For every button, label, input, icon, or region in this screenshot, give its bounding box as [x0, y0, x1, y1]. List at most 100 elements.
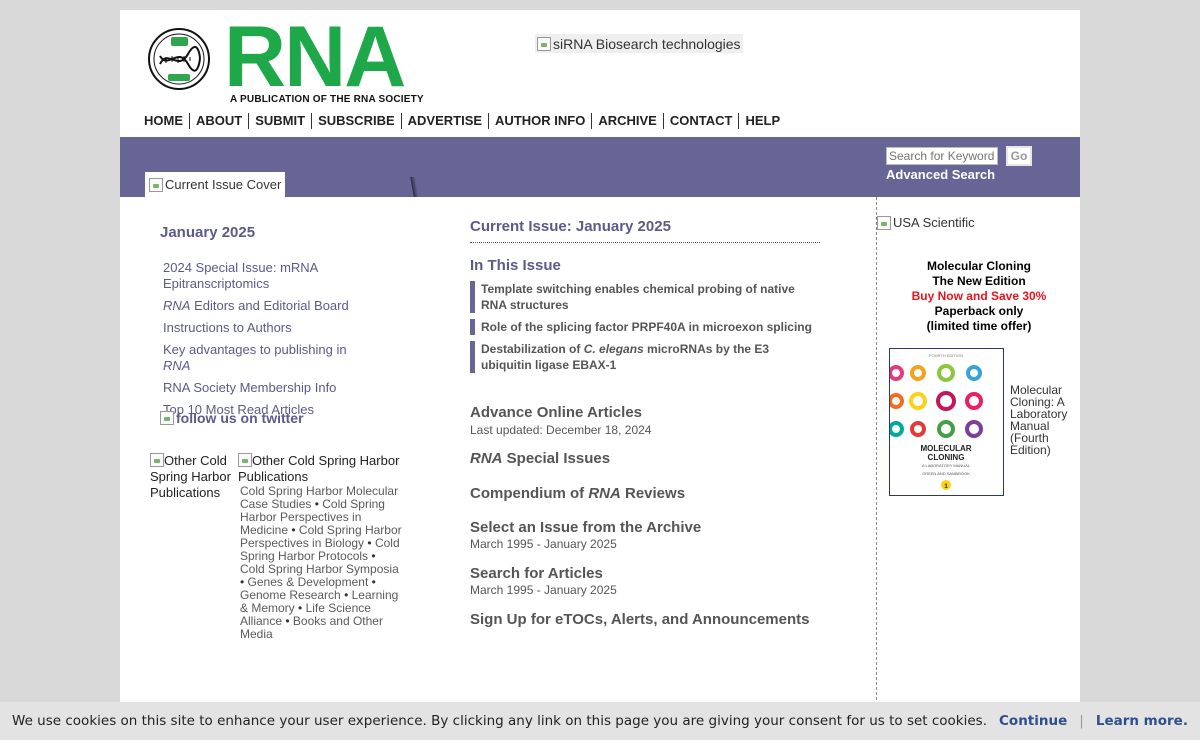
- rna-logo[interactable]: RNA A PUBLICATION OF THE RNA SOCIETY: [148, 14, 448, 106]
- archive-link[interactable]: Select an Issue from the Archive: [470, 519, 701, 536]
- link-membership[interactable]: RNA Society Membership Info: [163, 380, 363, 396]
- bullet: •: [371, 549, 376, 563]
- bullet: •: [314, 497, 319, 511]
- pub-link[interactable]: Genes & Development: [248, 575, 369, 589]
- molecular-cloning-caption[interactable]: Molecular Cloning: A Laboratory Manual (…: [1010, 384, 1080, 456]
- compendium-link[interactable]: Compendium of RNA Reviews: [470, 485, 685, 502]
- signup-link[interactable]: Sign Up for eTOCs, Alerts, and Announcem…: [470, 611, 810, 628]
- nav-help[interactable]: HELP: [738, 113, 786, 129]
- tab-edge-divider: [410, 177, 419, 197]
- advantages-em: RNA: [163, 358, 191, 373]
- right-column: USA Scientific Molecular Cloning The New…: [876, 197, 1081, 740]
- banner-ad-alt: siRNA Biosearch technologies: [553, 35, 741, 52]
- twitter-follow-link[interactable]: follow us on twitter: [160, 410, 304, 426]
- advance-online-link[interactable]: Advance Online Articles: [470, 404, 642, 421]
- nav-advertise[interactable]: ADVERTISE: [400, 113, 488, 129]
- special-rest: Special Issues: [502, 450, 611, 467]
- nav-author-info[interactable]: AUTHOR INFO: [488, 113, 591, 129]
- advanced-search-link[interactable]: Advanced Search: [886, 167, 995, 182]
- compendium-em: RNA: [588, 485, 621, 502]
- article-link[interactable]: Template switching enables chemical prob…: [470, 281, 820, 313]
- book-edition: FOURTH EDITION: [929, 353, 963, 358]
- cookie-continue-button[interactable]: Continue: [999, 713, 1067, 729]
- promo-line: (limited time offer): [926, 319, 1032, 333]
- nav-contact[interactable]: CONTACT: [662, 113, 739, 129]
- keyword-search-input[interactable]: [886, 147, 998, 165]
- bullet: •: [298, 601, 303, 615]
- pub-link[interactable]: Genome Research: [240, 588, 341, 602]
- cookie-separator: |: [1079, 713, 1084, 729]
- book-title-2: CLONING: [928, 453, 965, 462]
- molecular-cloning-promo[interactable]: Molecular Cloning The New Edition Buy No…: [877, 259, 1081, 334]
- promo-line: Paperback only: [934, 304, 1024, 318]
- top-nav: HOME ABOUT SUBMIT SUBSCRIBE ADVERTISE AU…: [138, 113, 786, 129]
- promo-line: Molecular Cloning: [926, 259, 1031, 273]
- nav-about[interactable]: ABOUT: [189, 113, 248, 129]
- current-issue-cover[interactable]: Current Issue Cover: [145, 172, 285, 197]
- cshl-logo-left[interactable]: Other Cold Spring Harbor Publications: [150, 453, 232, 501]
- nav-archive[interactable]: ARCHIVE: [591, 113, 663, 129]
- current-issue-heading[interactable]: Current Issue: January 2025: [470, 218, 820, 243]
- article-em: C. elegans: [583, 342, 644, 356]
- article-link[interactable]: Destabilization of C. elegans microRNAs …: [470, 341, 820, 373]
- broken-image-icon: [149, 177, 163, 192]
- cshl-right-alt: Other Cold Spring Harbor Publications: [238, 453, 400, 484]
- rna-tagline: A PUBLICATION OF THE RNA SOCIETY: [230, 94, 424, 105]
- purple-header-bar: Current Issue Cover Go Advanced Search: [120, 137, 1080, 197]
- book-authors: GREEN AND SAMBROOK: [922, 471, 970, 476]
- broken-image-icon: [877, 215, 891, 230]
- rna-wordmark: RNA: [224, 9, 406, 105]
- broken-image-icon: [160, 411, 174, 425]
- bullet: •: [240, 575, 245, 589]
- compendium-rest: Reviews: [620, 485, 686, 502]
- advance-updated: Last updated: December 18, 2024: [470, 423, 652, 437]
- book-title-1: MOLECULAR: [920, 444, 971, 453]
- bullet: •: [371, 575, 376, 589]
- rna-society-seal-icon: [148, 28, 210, 90]
- editors-rest: Editors and Editorial Board: [190, 298, 349, 313]
- article-prefix: Destabilization of: [481, 342, 584, 356]
- search-articles-link[interactable]: Search for Articles: [470, 565, 603, 582]
- promo-line: The New Edition: [932, 274, 1026, 288]
- pub-link[interactable]: Cold Spring Harbor Symposia: [240, 562, 399, 576]
- banner-ad[interactable]: siRNA Biosearch technologies: [535, 34, 743, 53]
- search-range: March 1995 - January 2025: [470, 583, 617, 597]
- link-instructions[interactable]: Instructions to Authors: [163, 320, 363, 336]
- advantages-prefix: Key advantages to publishing in: [163, 342, 347, 357]
- book-cover-art-icon: FOURTH EDITION MOLECULAR CLONING A LABOR…: [890, 349, 1003, 495]
- twitter-alt: follow us on twitter: [176, 410, 304, 426]
- editors-em: RNA: [163, 298, 191, 313]
- cookie-learn-more-link[interactable]: Learn more.: [1096, 713, 1188, 729]
- usa-alt: USA Scientific: [893, 215, 975, 230]
- nav-submit[interactable]: SUBMIT: [248, 113, 311, 129]
- article-link[interactable]: Role of the splicing factor PRPF40A in m…: [470, 319, 820, 335]
- page: RNA A PUBLICATION OF THE RNA SOCIETY siR…: [120, 10, 1080, 740]
- cookie-consent-bar: We use cookies on this site to enhance y…: [0, 702, 1200, 740]
- nav-subscribe[interactable]: SUBSCRIBE: [311, 113, 401, 129]
- cover-alt-text: Current Issue Cover: [165, 177, 282, 192]
- cshl-logo-right[interactable]: Other Cold Spring Harbor Publications: [238, 453, 408, 485]
- usa-scientific-ad[interactable]: USA Scientific: [877, 215, 975, 230]
- special-em: RNA: [470, 450, 503, 467]
- in-this-issue-heading: In This Issue: [470, 257, 561, 274]
- bullet: •: [367, 536, 372, 550]
- article-list: Template switching enables chemical prob…: [470, 281, 820, 379]
- search-go-button[interactable]: Go: [1006, 146, 1032, 166]
- link-editors[interactable]: RNA Editors and Editorial Board: [163, 298, 363, 314]
- issue-title[interactable]: January 2025: [160, 224, 255, 241]
- bullet: •: [291, 523, 296, 537]
- broken-image-icon: [150, 453, 164, 467]
- promo-sale-line: Buy Now and Save 30%: [911, 289, 1047, 303]
- book-subtitle: A LABORATORY MANUAL: [922, 463, 971, 468]
- archive-range: March 1995 - January 2025: [470, 537, 617, 551]
- link-special-issue[interactable]: 2024 Special Issue: mRNA Epitranscriptom…: [163, 260, 363, 292]
- nav-home[interactable]: HOME: [138, 113, 189, 129]
- left-links: 2024 Special Issue: mRNA Epitranscriptom…: [163, 260, 363, 424]
- cshl-publications-list: Cold Spring Harbor Molecular Case Studie…: [240, 485, 402, 641]
- special-issues-link[interactable]: RNA Special Issues: [470, 450, 610, 467]
- cookie-message: We use cookies on this site to enhance y…: [12, 713, 988, 729]
- bullet: •: [285, 614, 290, 628]
- molecular-cloning-book-cover[interactable]: FOURTH EDITION MOLECULAR CLONING A LABOR…: [889, 348, 1004, 496]
- broken-image-icon: [537, 36, 551, 51]
- link-advantages[interactable]: Key advantages to publishing in RNA: [163, 342, 363, 374]
